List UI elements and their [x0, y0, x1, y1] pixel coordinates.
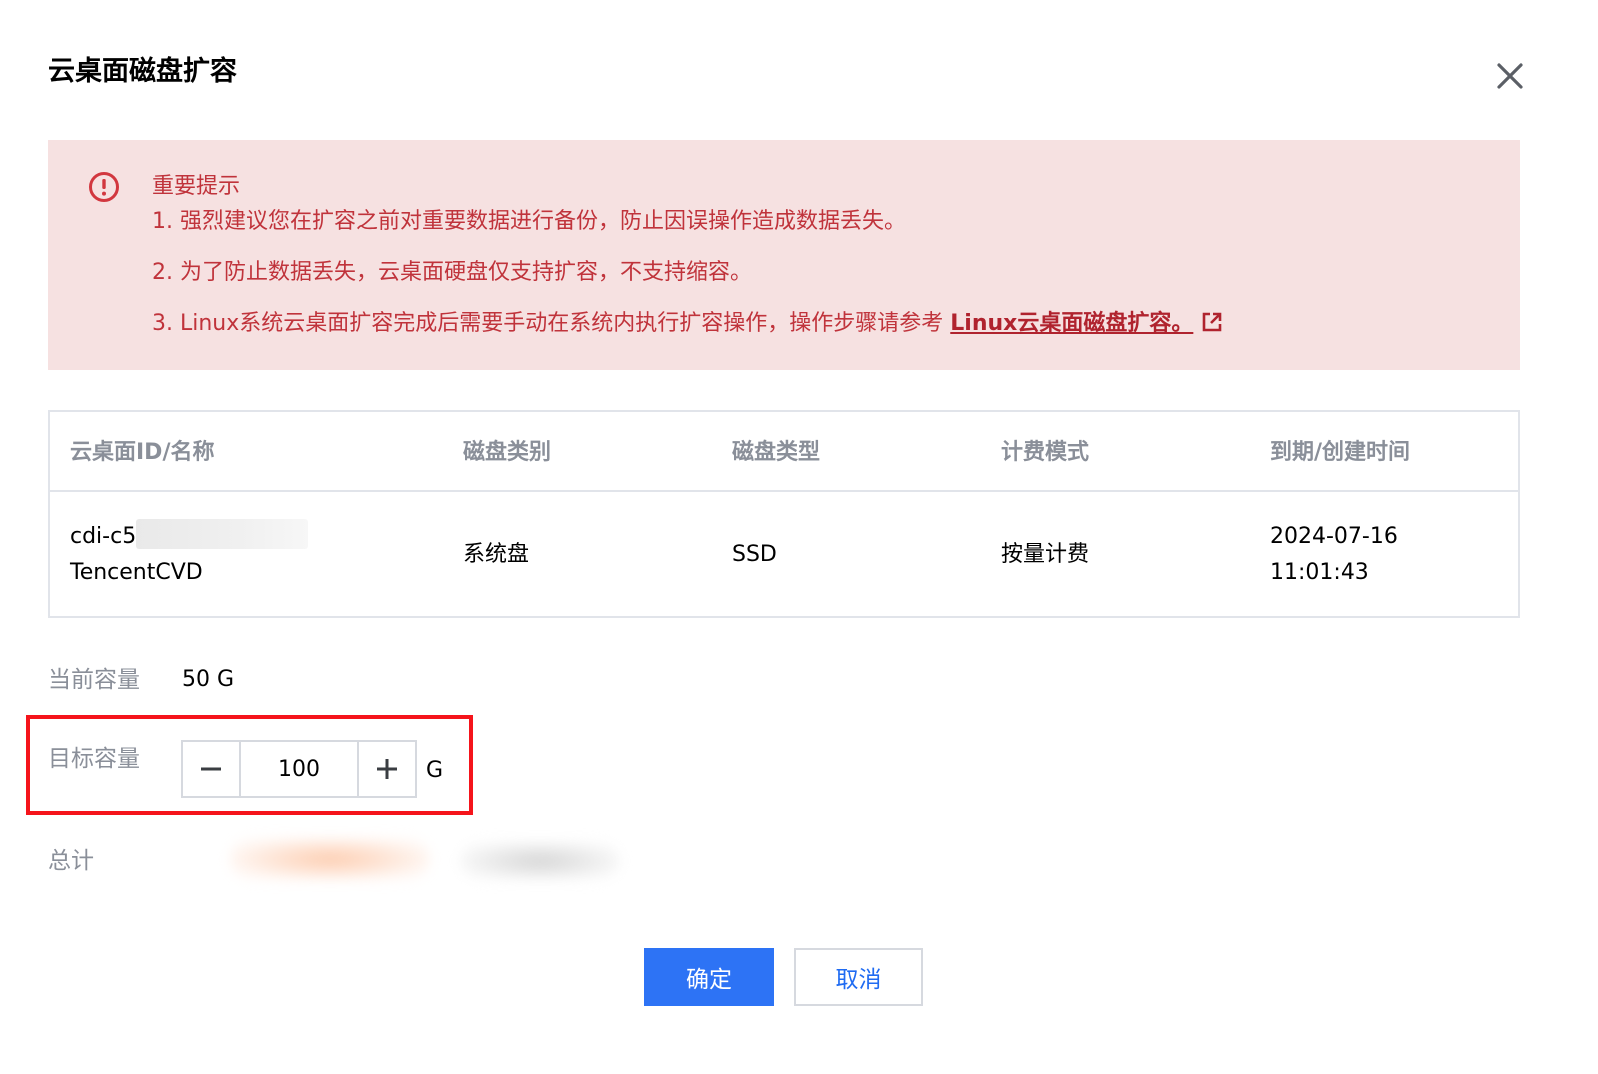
disk-expand-dialog: 云桌面磁盘扩容 重要提示 1. 强烈建议您在扩容之前对重要数据进行备份，防止因误…	[0, 0, 1598, 1074]
alert-circle-icon	[88, 171, 120, 203]
confirm-button[interactable]: 确定	[644, 948, 774, 1006]
plus-icon	[377, 759, 397, 779]
notice-line-2: 2. 为了防止数据丢失，云桌面硬盘仅支持扩容，不支持缩容。	[152, 260, 752, 285]
increase-button[interactable]	[357, 742, 415, 796]
redacted-total-price	[160, 820, 640, 900]
header-expire-create-time: 到期/创建时间	[1270, 440, 1411, 465]
notice-title: 重要提示	[152, 174, 241, 199]
notice-line-3-text: 3. Linux系统云桌面扩容完成后需要手动在系统内执行扩容操作，操作步骤请参考	[152, 311, 951, 336]
total-label: 总计	[48, 848, 94, 874]
important-notice: 重要提示 1. 强烈建议您在扩容之前对重要数据进行备份，防止因误操作造成数据丢失…	[48, 140, 1520, 370]
create-date: 2024-07-16	[1270, 524, 1398, 549]
header-billing-mode: 计费模式	[1001, 440, 1090, 465]
current-capacity-label: 当前容量	[48, 667, 140, 693]
header-disk-category: 磁盘类别	[463, 440, 552, 465]
desktop-id-cell: cdi-c5	[70, 519, 309, 555]
disk-type-cell: SSD	[732, 542, 777, 567]
cancel-button[interactable]: 取消	[794, 948, 923, 1006]
redacted-price-blob	[230, 838, 430, 880]
linux-disk-expand-link[interactable]: Linux云桌面磁盘扩容。	[950, 311, 1193, 336]
capacity-unit: G	[426, 758, 444, 783]
disk-table: 云桌面ID/名称 磁盘类别 磁盘类型 计费模式 到期/创建时间 cdi-c5 T…	[48, 410, 1520, 618]
target-capacity-stepper	[181, 740, 417, 798]
target-capacity-input[interactable]	[241, 742, 357, 796]
desktop-id: cdi-c5	[70, 524, 137, 549]
decrease-button[interactable]	[183, 742, 241, 796]
notice-line-3: 3. Linux系统云桌面扩容完成后需要手动在系统内执行扩容操作，操作步骤请参考…	[152, 309, 1223, 339]
create-time: 11:01:43	[1270, 560, 1369, 585]
billing-mode-cell: 按量计费	[1001, 542, 1090, 567]
target-capacity-label: 目标容量	[48, 746, 140, 772]
header-desktop-id: 云桌面ID/名称	[70, 440, 215, 465]
current-capacity-value: 50 G	[182, 667, 235, 692]
dialog-title: 云桌面磁盘扩容	[48, 56, 237, 87]
notice-line-1: 1. 强烈建议您在扩容之前对重要数据进行备份，防止因误操作造成数据丢失。	[152, 209, 906, 234]
desktop-name: TencentCVD	[70, 560, 203, 585]
minus-icon	[201, 767, 221, 771]
header-disk-type: 磁盘类型	[732, 440, 821, 465]
table-header: 云桌面ID/名称 磁盘类别 磁盘类型 计费模式 到期/创建时间	[50, 412, 1518, 492]
disk-category-cell: 系统盘	[463, 542, 530, 567]
external-link-icon[interactable]	[1201, 311, 1223, 333]
close-icon[interactable]	[1490, 56, 1530, 96]
redacted-id-block	[136, 519, 309, 549]
redacted-price-detail-blob	[460, 842, 620, 880]
